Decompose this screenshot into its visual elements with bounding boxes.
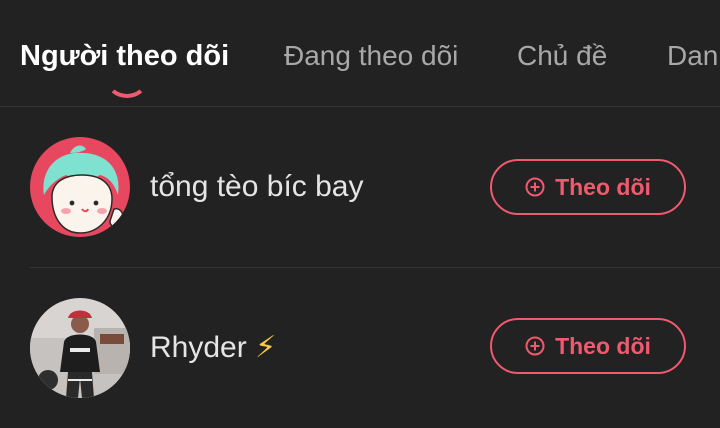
tab-following[interactable]: Đang theo dõi — [284, 38, 458, 74]
username: tổng tèo bíc bay — [150, 167, 364, 207]
tab-topics[interactable]: Chủ đề — [517, 38, 607, 74]
tab-bar: Người theo dõi Đang theo dõi Chủ đề Danh — [0, 0, 720, 107]
follow-button-label: Theo dõi — [555, 173, 651, 200]
cartoon-avatar-icon — [30, 137, 130, 237]
username: Rhyder ⚡ — [150, 328, 276, 368]
active-tab-indicator — [104, 76, 146, 102]
avatar[interactable] — [30, 298, 130, 398]
username-text: Rhyder — [150, 331, 247, 364]
username-text: tổng tèo bíc bay — [150, 170, 364, 203]
follow-button[interactable]: Theo dõi — [490, 159, 686, 215]
list-item[interactable]: tổng tèo bíc bay Theo dõi — [0, 107, 720, 267]
follow-button-label: Theo dõi — [555, 332, 651, 359]
tab-followers[interactable]: Người theo dõi — [20, 38, 229, 74]
avatar[interactable] — [30, 137, 130, 237]
lightning-badge-icon: ⚡ — [255, 331, 277, 364]
tab-list[interactable]: Danh — [667, 38, 720, 74]
list-item[interactable]: Rhyder ⚡ Theo dõi — [0, 268, 720, 428]
plus-circle-icon — [525, 177, 545, 197]
follow-button[interactable]: Theo dõi — [490, 318, 686, 374]
plus-circle-icon — [525, 336, 545, 356]
photo-avatar-icon — [30, 298, 130, 398]
